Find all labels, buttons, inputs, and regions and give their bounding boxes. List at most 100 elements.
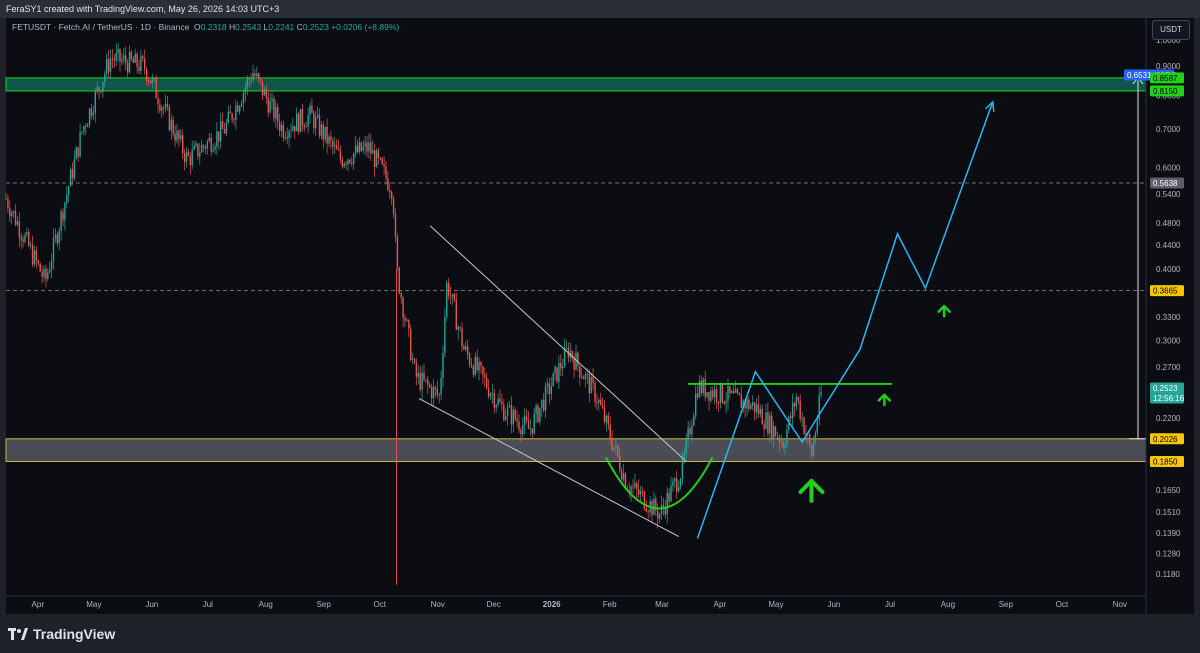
candle-body xyxy=(495,404,497,408)
candle-body xyxy=(799,400,801,419)
candle-body xyxy=(277,106,279,122)
candle-body xyxy=(328,136,330,144)
time-tick-label: Dec xyxy=(487,600,501,609)
candle-body xyxy=(201,145,203,153)
candle-body xyxy=(453,293,456,301)
candle-body xyxy=(461,328,463,347)
candle-body xyxy=(157,98,159,105)
candle-body xyxy=(66,194,68,203)
candle-body xyxy=(812,441,815,456)
candle-body xyxy=(505,416,507,421)
candle-body xyxy=(712,390,714,398)
candle-body xyxy=(763,424,765,429)
tradingview-wordmark: TradingView xyxy=(33,626,116,642)
candle-body xyxy=(681,457,684,479)
currency-button[interactable]: USDT xyxy=(1152,20,1190,40)
candle-body xyxy=(714,389,716,398)
candle-body xyxy=(415,362,418,378)
candle-body xyxy=(603,407,606,422)
candle-body xyxy=(75,147,77,159)
candle-body xyxy=(366,142,368,152)
candle-body xyxy=(250,79,252,81)
price-tick-label: 0.2200 xyxy=(1156,414,1181,423)
candle-body xyxy=(356,145,359,153)
candle-body xyxy=(109,58,112,72)
candle-body xyxy=(144,58,146,69)
candle-body xyxy=(588,374,590,394)
candle-body xyxy=(73,158,76,179)
candle-body xyxy=(79,131,81,157)
candle-body xyxy=(248,78,250,80)
candle-body xyxy=(288,131,290,139)
candle-body xyxy=(795,397,798,407)
candle-body xyxy=(90,108,93,116)
candle-body xyxy=(478,362,480,371)
candle-body xyxy=(501,401,503,405)
candle-body xyxy=(440,377,442,395)
candle-body xyxy=(212,149,214,152)
candle-body xyxy=(503,404,505,421)
candle-body xyxy=(370,142,372,154)
candle-body xyxy=(297,113,300,133)
high-value: 0.2543 xyxy=(235,22,262,32)
tradingview-logo-icon xyxy=(8,628,28,640)
candle-body xyxy=(734,389,737,393)
candle-body xyxy=(708,392,710,401)
price-marker-label: 0.5638 xyxy=(1153,179,1178,188)
time-tick-label: May xyxy=(86,600,101,609)
candle-body xyxy=(379,158,381,159)
candle-body xyxy=(710,390,712,401)
candle-body xyxy=(151,78,153,84)
candle-body xyxy=(809,434,811,445)
candle-body xyxy=(413,359,416,363)
projection-path xyxy=(696,101,994,539)
candle-body xyxy=(166,103,169,107)
candle-body xyxy=(231,113,233,120)
candle-body xyxy=(161,107,163,111)
candle-body xyxy=(24,234,26,242)
candle-body xyxy=(657,510,659,519)
candle-body xyxy=(5,198,7,200)
candle-body xyxy=(22,239,24,242)
candle-body xyxy=(164,103,167,109)
candle-body xyxy=(339,149,342,160)
candle-body xyxy=(605,415,608,422)
candle-body xyxy=(565,347,568,349)
candle-body xyxy=(69,169,72,187)
rounded-bottom-arc xyxy=(605,457,714,510)
candle-body xyxy=(727,385,729,402)
candle-body xyxy=(263,89,266,96)
candle-body xyxy=(668,492,670,502)
candle-body xyxy=(467,346,469,355)
candle-body xyxy=(457,327,459,330)
candle-body xyxy=(113,59,115,61)
candle-body xyxy=(527,420,530,429)
candle-body xyxy=(750,405,752,409)
candle-body xyxy=(81,131,83,133)
candle-body xyxy=(706,392,708,397)
candle-body xyxy=(284,136,286,138)
price-chart[interactable]: 1.00000.90000.80000.70000.60000.54000.48… xyxy=(0,0,1200,614)
candle-body xyxy=(581,377,583,379)
candle-body xyxy=(85,125,87,128)
candle-body xyxy=(307,114,309,127)
candle-body xyxy=(810,444,813,456)
candle-body xyxy=(136,53,138,67)
candle-body xyxy=(389,189,391,193)
candle-body xyxy=(83,125,85,132)
candle-body xyxy=(132,59,134,63)
candle-body xyxy=(102,82,104,92)
candle-body xyxy=(153,78,155,79)
candle-body xyxy=(506,406,509,417)
candle-body xyxy=(322,124,324,140)
candle-body xyxy=(560,362,562,369)
candle-body xyxy=(100,90,102,92)
candle-body xyxy=(723,401,725,404)
time-tick-label: Oct xyxy=(374,600,387,609)
candle-body xyxy=(601,404,604,408)
candle-body xyxy=(227,111,229,123)
candle-body xyxy=(463,346,465,350)
candle-body xyxy=(221,121,224,130)
candle-body xyxy=(400,293,402,298)
candle-body xyxy=(615,444,617,448)
